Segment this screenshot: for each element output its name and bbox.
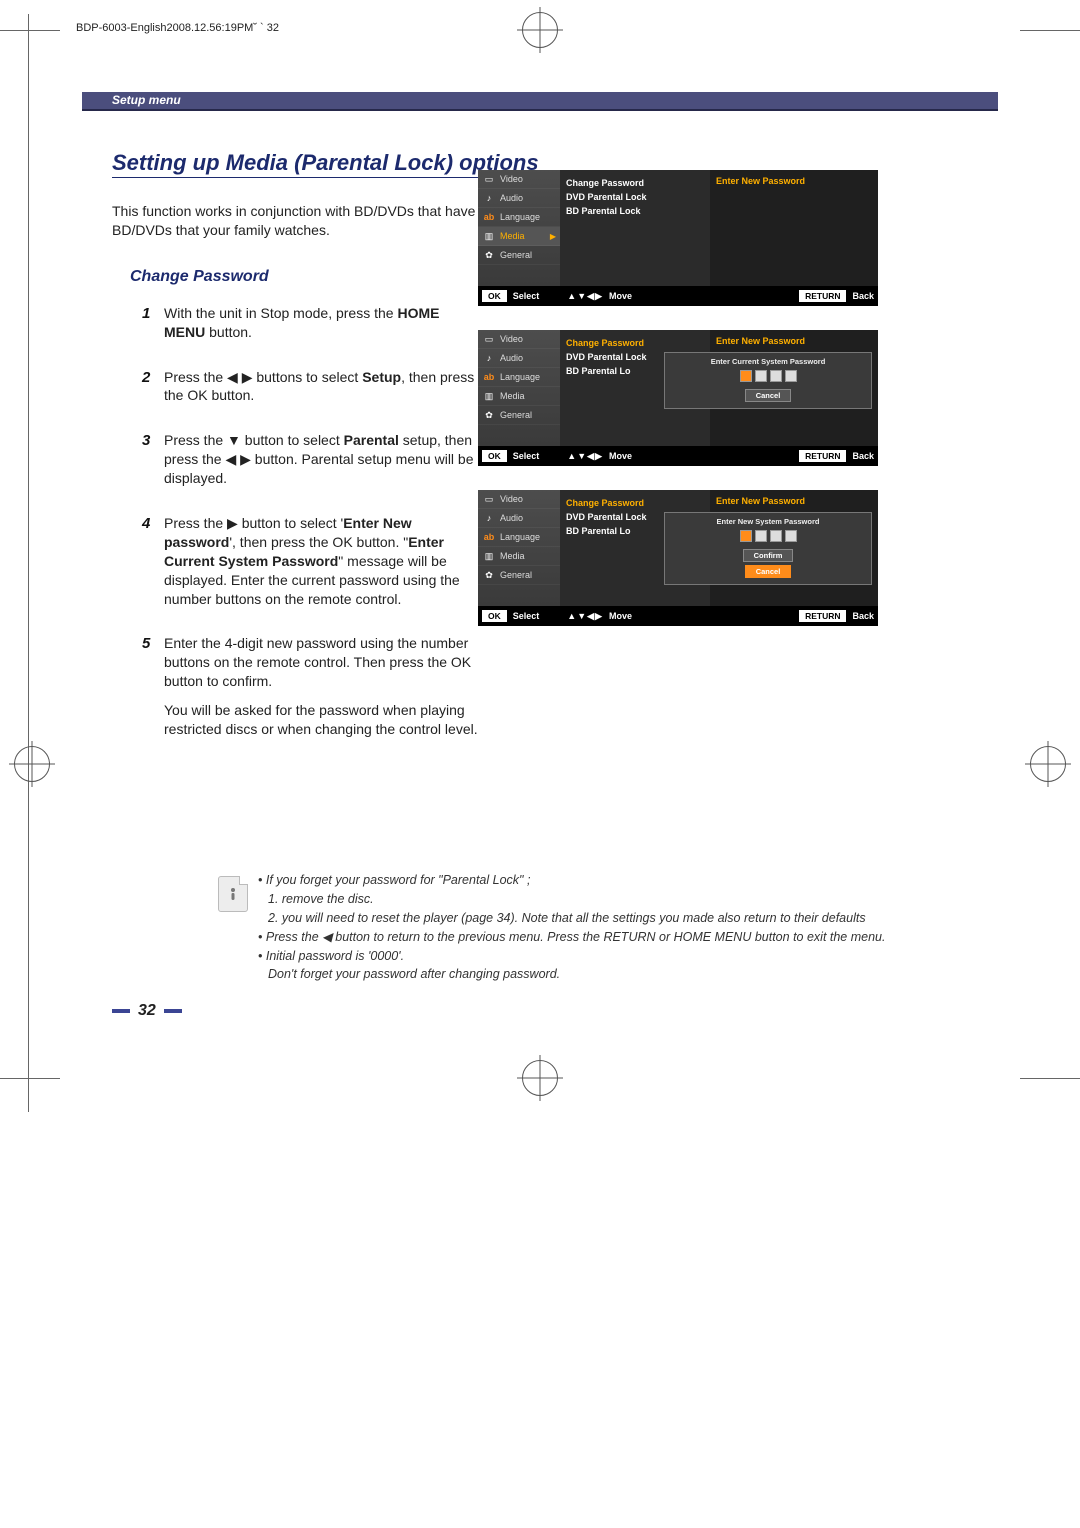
registration-mark-icon [14,746,50,782]
page-number-dash-icon [164,1009,182,1013]
return-button[interactable]: RETURN [799,290,846,302]
move-label: Move [609,611,632,621]
media-icon: ▥ [482,550,496,562]
down-arrow-icon: ▼ [227,432,241,448]
crop-bottom [0,1058,1080,1098]
osd-right-pane: Enter New Password Enter New System Pass… [710,490,878,606]
video-icon: ▭ [482,173,496,185]
language-icon: ab [482,211,496,223]
arrow-keys-icon: ▲▼◀▶ [567,291,603,302]
move-label: Move [609,451,632,461]
osd-control-bar: OK Select ▲▼◀▶ Move RETURN Back [478,446,878,466]
arrow-keys-icon: ▲▼◀▶ [567,451,603,462]
osd-panels: ▭Video ♪Audio abLanguage ▥Media▶ ✿Genera… [478,170,878,650]
confirm-button[interactable]: Confirm [743,549,794,562]
audio-icon: ♪ [482,192,496,204]
move-label: Move [609,291,632,301]
right-arrow-icon: ▶ [227,515,238,531]
language-icon: ab [482,371,496,383]
step-text: Press the ◀ ▶ buttons to select Setup, t… [164,368,482,406]
osd-menu-list: Change Password DVD Parental Lock BD Par… [560,170,710,286]
left-right-arrow-icon: ◀ ▶ [227,369,252,385]
manual-page: BDP-6003-English2008.12.56:19PM˘ ` 32 Se… [0,0,1080,1528]
step-number: 4 [142,514,164,608]
general-icon: ✿ [482,249,496,261]
step-number: 2 [142,368,164,406]
return-button[interactable]: RETURN [799,610,846,622]
step-number: 3 [142,431,164,488]
osd-panel-1: ▭Video ♪Audio abLanguage ▥Media▶ ✿Genera… [478,170,878,306]
osd-right-title: Enter New Password [716,336,872,346]
video-icon: ▭ [482,333,496,345]
steps-list: 1 With the unit in Stop mode, press the … [142,304,482,739]
osd-panel-2: ▭Video ♪Audio abLanguage ▥Media ✿General… [478,330,878,466]
osd-right-pane: Enter New Password [710,170,878,286]
ok-button[interactable]: OK [482,610,507,622]
ok-button[interactable]: OK [482,450,507,462]
registration-mark-icon [1030,746,1066,782]
registration-mark-icon [522,1060,558,1096]
left-right-arrow-icon: ◀ ▶ [225,451,250,467]
general-icon: ✿ [482,409,496,421]
return-button[interactable]: RETURN [799,450,846,462]
osd-sidebar: ▭Video ♪Audio abLanguage ▥Media▶ ✿Genera… [478,170,560,286]
cancel-button[interactable]: Cancel [745,389,792,402]
crop-left-line [28,14,29,1112]
osd-right-pane: Enter New Password Enter Current System … [710,330,878,446]
step-1: 1 With the unit in Stop mode, press the … [142,304,482,342]
caret-right-icon: ▶ [550,232,556,241]
step-text: Enter the 4-digit new password using the… [164,634,482,738]
media-icon: ▥ [482,390,496,402]
step-number: 1 [142,304,164,342]
password-dialog: Enter New System Password Confirm Cancel [664,512,872,585]
page-number-dash-icon [112,1009,130,1013]
general-icon: ✿ [482,569,496,581]
cancel-button[interactable]: Cancel [745,565,792,578]
audio-icon: ♪ [482,512,496,524]
osd-right-title: Enter New Password [716,496,872,506]
page-title: Setting up Media (Parental Lock) options [112,150,539,178]
left-arrow-icon: ◀ [322,930,332,944]
osd-control-bar: OK Select ▲▼◀▶ Move RETURN Back [478,606,878,626]
select-label: Select [513,611,540,621]
back-label: Back [852,291,874,301]
osd-control-bar: OK Select ▲▼◀▶ Move RETURN Back [478,286,878,306]
notes: • If you forget your password for "Paren… [258,870,958,985]
back-label: Back [852,451,874,461]
password-boxes [669,530,867,542]
page-number: 32 [138,1002,156,1020]
osd-sidebar: ▭Video ♪Audio abLanguage ▥Media ✿General [478,490,560,606]
step-2: 2 Press the ◀ ▶ buttons to select Setup,… [142,368,482,406]
select-label: Select [513,291,540,301]
document-id: BDP-6003-English2008.12.56:19PM˘ ` 32 [76,22,279,34]
registration-mark-icon [522,12,558,48]
password-dialog: Enter Current System Password Cancel [664,352,872,409]
osd-panel-3: ▭Video ♪Audio abLanguage ▥Media ✿General… [478,490,878,626]
header-underline [82,109,998,111]
audio-icon: ♪ [482,352,496,364]
step-text: Press the ▶ button to select 'Enter New … [164,514,482,608]
ok-button[interactable]: OK [482,290,507,302]
dialog-title: Enter Current System Password [669,357,867,366]
dialog-title: Enter New System Password [669,517,867,526]
password-boxes [669,370,867,382]
note-icon [218,876,248,912]
header-bar: Setup menu [82,92,998,109]
step-number: 5 [142,634,164,738]
page-number-wrap: 32 [112,1002,182,1020]
step-text: Press the ▼ button to select Parental se… [164,431,482,488]
header-section-label: Setup menu [112,93,181,107]
step-3: 3 Press the ▼ button to select Parental … [142,431,482,488]
osd-sidebar: ▭Video ♪Audio abLanguage ▥Media ✿General [478,330,560,446]
step-4: 4 Press the ▶ button to select 'Enter Ne… [142,514,482,608]
video-icon: ▭ [482,493,496,505]
language-icon: ab [482,531,496,543]
step-text: With the unit in Stop mode, press the HO… [164,304,482,342]
arrow-keys-icon: ▲▼◀▶ [567,611,603,622]
osd-right-title: Enter New Password [716,176,872,186]
back-label: Back [852,611,874,621]
step-5: 5 Enter the 4-digit new password using t… [142,634,482,738]
select-label: Select [513,451,540,461]
media-icon: ▥ [482,230,496,242]
